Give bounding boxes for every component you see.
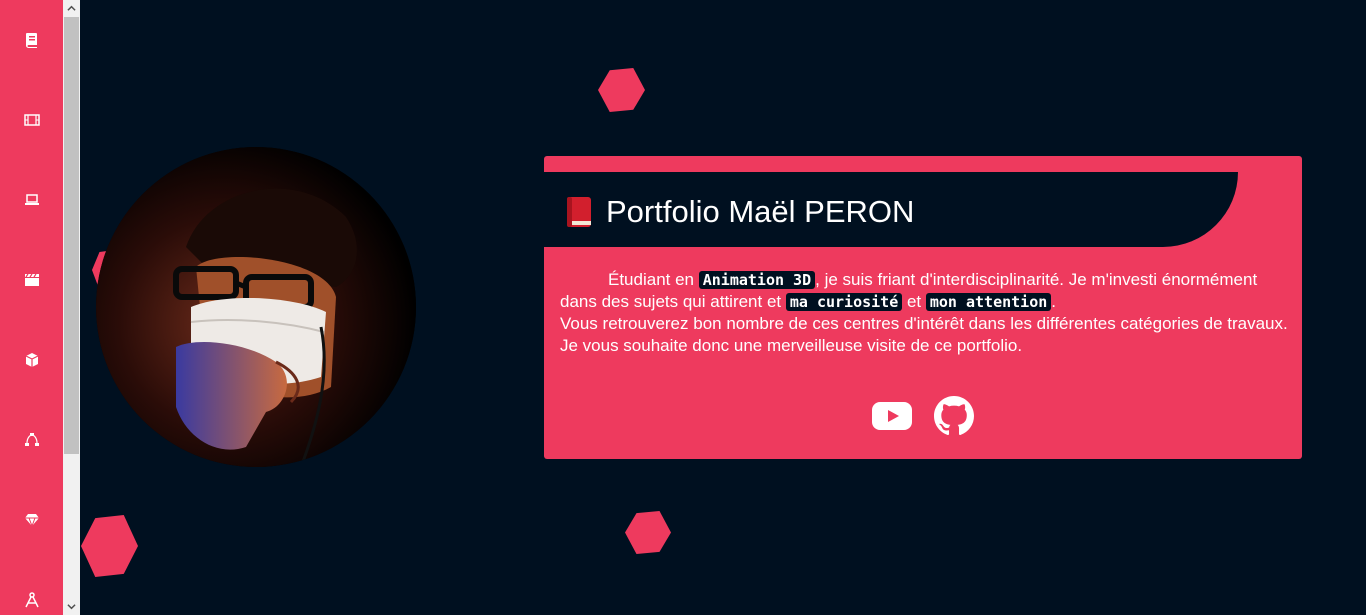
sidebar-item-drafting[interactable]	[0, 580, 63, 615]
sidebar-item-laptop[interactable]	[0, 180, 63, 220]
scroll-up-arrow[interactable]	[63, 0, 80, 17]
youtube-icon	[872, 402, 912, 430]
scroll-thumb[interactable]	[64, 17, 79, 454]
sidebar	[0, 0, 63, 615]
film-icon	[23, 114, 40, 126]
scroll-down-arrow[interactable]	[63, 598, 80, 615]
sidebar-item-clapperboard[interactable]	[0, 260, 63, 300]
code-highlight: mon attention	[925, 293, 1052, 311]
sidebar-item-film[interactable]	[0, 100, 63, 140]
compass-drafting-icon	[24, 592, 39, 608]
red-book-icon	[567, 197, 591, 227]
social-links	[872, 396, 974, 441]
cube-icon	[25, 353, 38, 367]
intro-card: Portfolio Maël PERON Étudiant en Animati…	[544, 156, 1302, 459]
sidebar-item-vector[interactable]	[0, 420, 63, 460]
book-icon	[25, 33, 37, 48]
sidebar-item-3d[interactable]	[0, 340, 63, 380]
code-highlight: Animation 3D	[698, 271, 816, 289]
sidebar-item-books[interactable]	[0, 20, 63, 60]
bio-line-3: Je vous souhaite donc une merveilleuse v…	[560, 336, 1023, 355]
page-title: Portfolio Maël PERON	[606, 194, 915, 229]
bio-line-2: Vous retrouverez bon nombre de ces centr…	[560, 314, 1288, 333]
chevron-up-icon	[67, 5, 76, 11]
clapperboard-icon	[24, 273, 39, 286]
laptop-icon	[24, 194, 39, 205]
decorative-hexagon	[81, 515, 138, 577]
avatar	[96, 147, 416, 467]
chevron-down-icon	[67, 604, 76, 610]
decorative-hexagon	[598, 68, 645, 112]
bio-text-segment: Étudiant en	[608, 270, 699, 289]
github-icon	[934, 396, 974, 436]
bio-paragraph: Étudiant en Animation 3D, je suis friant…	[560, 269, 1290, 313]
gem-icon	[24, 514, 39, 528]
bio-text-segment: et	[902, 292, 926, 311]
bio-text: Étudiant en Animation 3D, je suis friant…	[560, 269, 1290, 357]
scrollbar[interactable]	[63, 0, 80, 615]
bezier-curve-icon	[24, 433, 39, 446]
github-link[interactable]	[934, 396, 974, 441]
portrait-photo	[96, 147, 416, 467]
bio-text-segment: .	[1051, 292, 1056, 311]
code-highlight: ma curiosité	[785, 293, 903, 311]
decorative-hexagon	[625, 511, 671, 554]
title-row: Portfolio Maël PERON	[562, 192, 914, 232]
sidebar-item-design[interactable]	[0, 500, 63, 540]
youtube-link[interactable]	[872, 402, 912, 435]
